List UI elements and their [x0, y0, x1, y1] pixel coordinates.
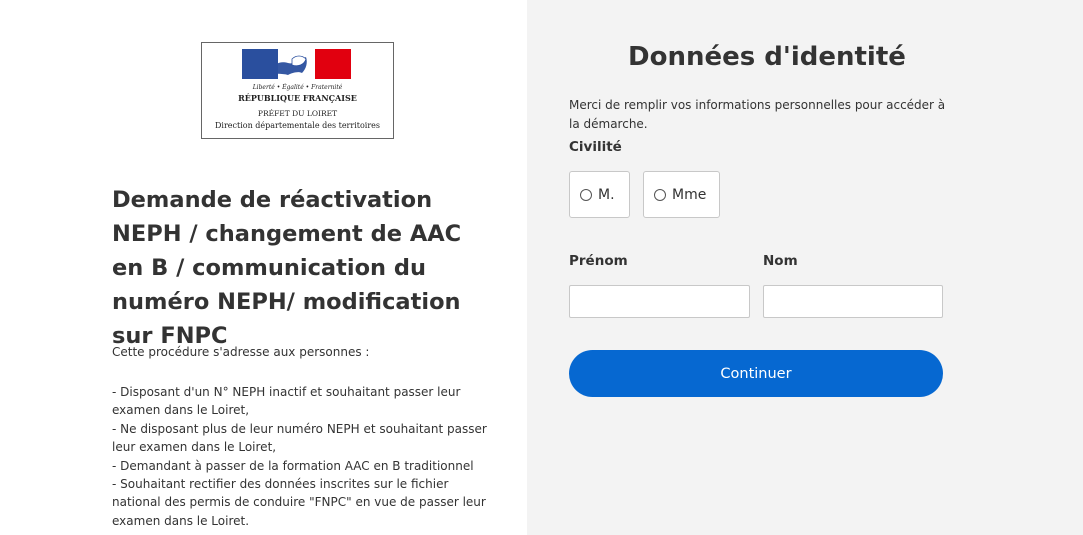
list-item: - Ne disposant plus de leur numéro NEPH … [112, 421, 487, 455]
radio-icon[interactable] [580, 188, 592, 201]
continue-button[interactable]: Continuer [569, 350, 943, 397]
radio-icon[interactable] [654, 188, 666, 201]
marianne-icon [268, 55, 307, 75]
nom-input[interactable] [763, 285, 943, 318]
civilite-option-label: Mme [672, 186, 707, 203]
civilite-option-m[interactable]: M. [569, 171, 630, 218]
civilite-label: Civilité [569, 139, 622, 155]
nom-label: Nom [763, 253, 798, 269]
procedure-list: - Disposant d'un N° NEPH inactif et souh… [112, 383, 492, 530]
prefecture-logo: Liberté • Égalité • Fraternité RÉPUBLIQU… [201, 42, 394, 139]
logo-motto: Liberté • Égalité • Fraternité [252, 84, 343, 91]
prenom-label: Prénom [569, 253, 628, 269]
list-item: - Disposant d'un N° NEPH inactif et souh… [112, 385, 461, 418]
left-panel: Liberté • Égalité • Fraternité RÉPUBLIQU… [0, 0, 527, 535]
procedure-intro: Cette procédure s'adresse aux personnes … [112, 345, 370, 359]
french-flag-icon [242, 49, 351, 79]
logo-prefet: PRÉFET DU LOIRET [257, 109, 338, 118]
list-item: - Demandant à passer de la formation AAC… [112, 458, 474, 473]
logo-direction: Direction départementale des territoires [214, 121, 381, 130]
prenom-input[interactable] [569, 285, 750, 318]
civilite-option-mme[interactable]: Mme [643, 171, 720, 218]
procedure-title: Demande de réactivation NEPH / changemen… [112, 187, 462, 349]
form-title: Données d'identité [628, 42, 906, 72]
civilite-option-label: M. [598, 186, 615, 203]
logo-republic: RÉPUBLIQUE FRANÇAISE [238, 93, 357, 103]
form-description: Merci de remplir vos informations person… [569, 98, 946, 131]
list-item: - Souhaitant rectifier des données inscr… [112, 477, 486, 528]
